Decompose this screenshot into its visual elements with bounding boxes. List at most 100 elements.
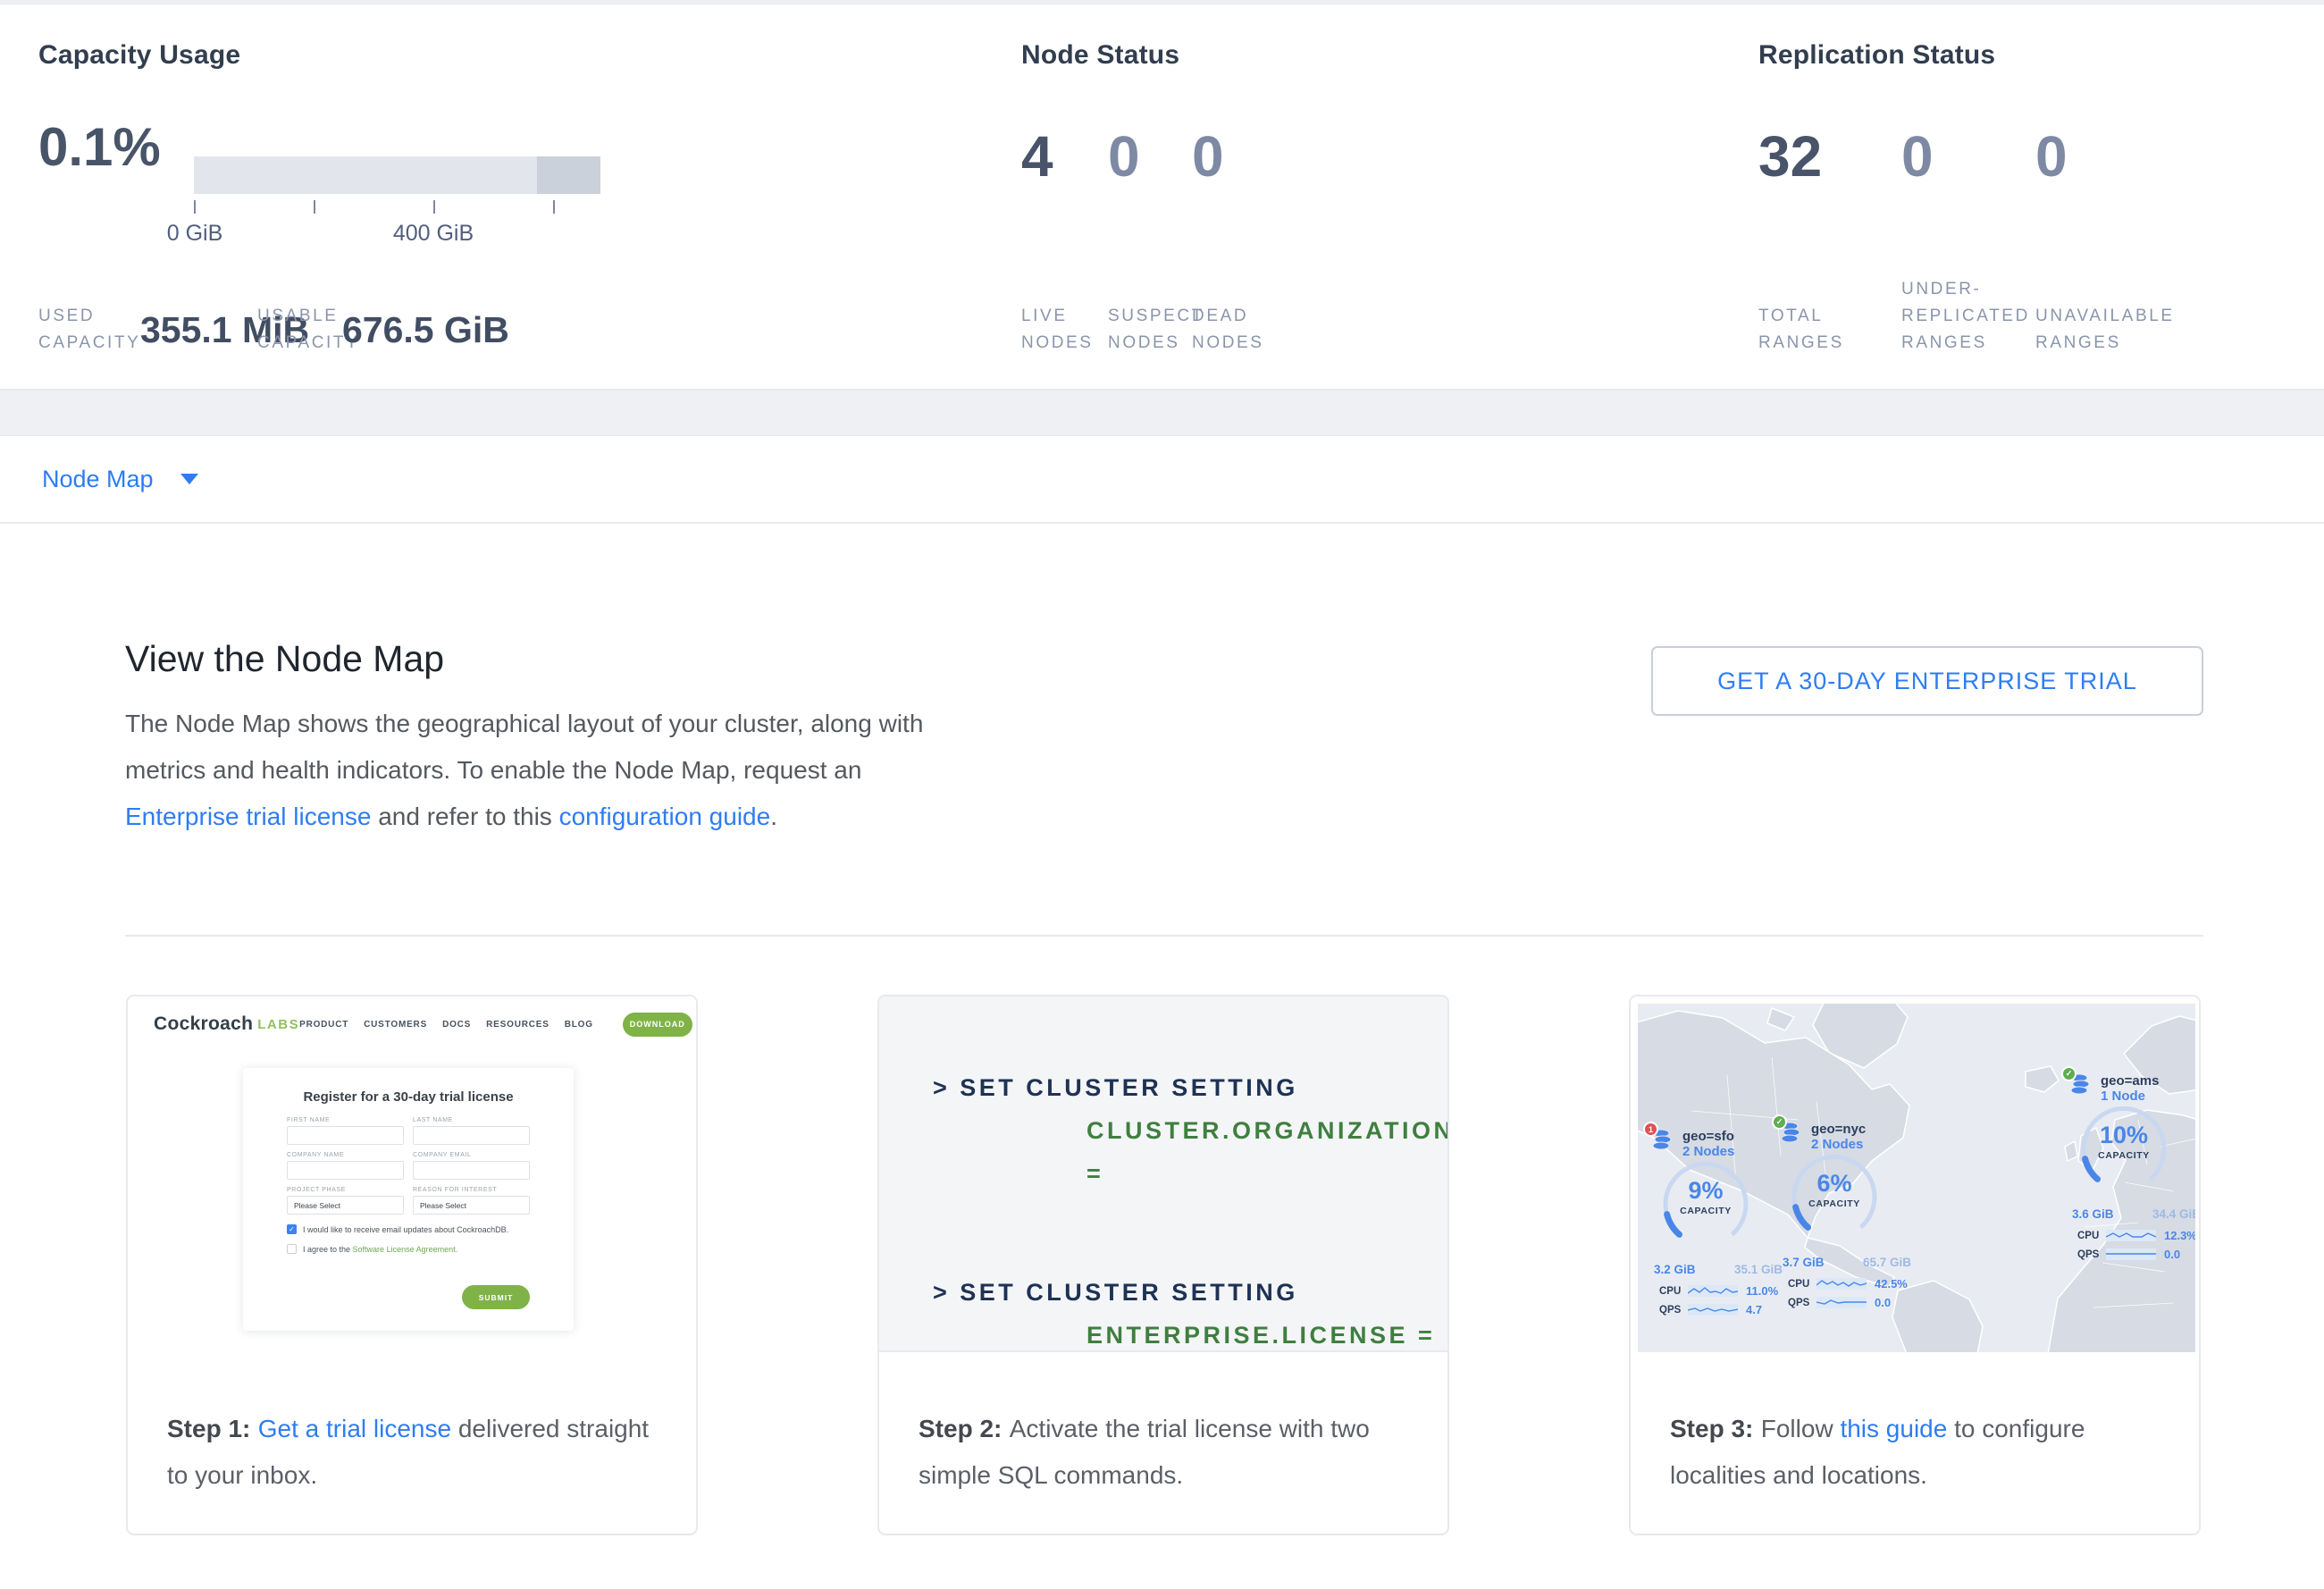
configuration-guide-link[interactable]: configuration guide	[559, 803, 771, 830]
cluster-summary-panel: Capacity Usage 0.1% 0 GiB 400 GiB USED C…	[0, 4, 2324, 391]
unavailable-ranges-count: 0	[2035, 128, 2068, 185]
mini-nav-customers: CUSTOMERS	[364, 1020, 427, 1030]
section-divider	[125, 935, 2203, 937]
mini-field: PROJECT PHASE Please Select	[287, 1187, 404, 1215]
cpu-value: 42.5%	[1875, 1277, 1908, 1291]
cluster-geo-sfo: 1 geo=sfo 2 Nodes	[1650, 1129, 1768, 1161]
qps-sparkline	[1688, 1304, 1738, 1316]
gauge-arc	[1788, 1150, 1881, 1243]
mini-site-header: Cockroach LABS PRODUCT CUSTOMERS DOCS RE…	[147, 1005, 669, 1043]
intro-paragraph: The Node Map shows the geographical layo…	[125, 701, 956, 840]
sql-line-prompt: > SET CLUSTER SETTING	[933, 1271, 1447, 1314]
cluster-head: ✓ geo=nyc 2 Nodes	[1779, 1122, 1897, 1154]
page-title: View the Node Map	[125, 638, 444, 680]
software-license-link: Software License Agreement.	[353, 1245, 458, 1254]
mini-site-brand-suffix: LABS	[257, 1017, 299, 1032]
live-nodes-count: 4	[1021, 128, 1053, 185]
cluster-head: 1 geo=sfo 2 Nodes	[1650, 1129, 1768, 1161]
capacity-max: 35.1 GiB	[1734, 1263, 1783, 1276]
email-updates-text: I would like to receive email updates ab…	[303, 1225, 508, 1234]
project-phase-select: Please Select	[287, 1196, 404, 1215]
capacity-axis-tick	[194, 200, 196, 214]
step2-caption: Step 2:Activate the trial license with t…	[879, 1350, 1447, 1534]
cluster-name: geo=ams	[2101, 1073, 2159, 1089]
mini-nav-product: PRODUCT	[299, 1020, 348, 1030]
capacity-bar-nonusable-segment	[537, 156, 600, 194]
gauge-percent: 10%	[2077, 1123, 2170, 1148]
mini-field-label: COMPANY NAME	[287, 1152, 404, 1158]
gauge-percent: 9%	[1659, 1179, 1752, 1203]
cpu-sparkline	[2106, 1230, 2156, 1241]
cpu-sparkline	[1688, 1285, 1738, 1297]
mini-site-brand: Cockroach	[154, 1013, 253, 1035]
capacity-gauge: 9% CAPACITY 3.2 GiB 35.1 GiB CPU 11.0% Q…	[1659, 1157, 1752, 1250]
dead-nodes-label: DEAD NODES	[1192, 271, 1263, 357]
mini-checkbox-row: I agree to the Software License Agreemen…	[287, 1244, 530, 1254]
usable-capacity-value: 676.5 GiB	[342, 312, 509, 349]
mini-field-label: COMPANY EMAIL	[413, 1152, 530, 1158]
capacity-used: 3.7 GiB	[1783, 1256, 1825, 1269]
gauge-capacity-label: CAPACITY	[2077, 1150, 2170, 1161]
mini-form-title: Register for a 30-day trial license	[287, 1089, 530, 1105]
mini-field: LAST NAME	[413, 1117, 530, 1145]
capacity-gauge: 10% CAPACITY 3.6 GiB 34.4 GiB CPU 12.3% …	[2077, 1102, 2170, 1195]
capacity-tick-label-400: 400 GiB	[362, 221, 505, 247]
qps-sparkline	[2106, 1248, 2156, 1260]
mini-site-nav: PRODUCT CUSTOMERS DOCS RESOURCES BLOG DO…	[299, 1013, 692, 1037]
sql-code-block: > SET CLUSTER SETTING CLUSTER.ORGANIZATI…	[879, 996, 1447, 1352]
gauge-range: 3.7 GiB 65.7 GiB	[1783, 1256, 1911, 1269]
healthy-badge: ✓	[1772, 1114, 1787, 1130]
capacity-gauge: 6% CAPACITY 3.7 GiB 65.7 GiB CPU 42.5% Q…	[1788, 1150, 1881, 1243]
step2-label: Step 2:	[919, 1415, 1002, 1442]
under-replicated-ranges-count: 0	[1901, 128, 1934, 185]
capacity-used: 3.2 GiB	[1654, 1263, 1696, 1276]
capacity-tick-label-0: 0 GiB	[123, 221, 266, 247]
cluster-labels: geo=ams 1 Node	[2101, 1073, 2159, 1104]
get-trial-license-link[interactable]: Get a trial license	[258, 1415, 451, 1442]
suspect-nodes-label: SUSPECT NODES	[1108, 271, 1193, 357]
gauge-capacity-label: CAPACITY	[1788, 1198, 1881, 1209]
intro-text-2: and refer to this	[371, 803, 558, 830]
intro-text-1: The Node Map shows the geographical layo…	[125, 710, 923, 784]
capacity-axis-tick	[433, 200, 435, 214]
capacity-bar	[194, 156, 600, 194]
total-ranges-label: TOTAL RANGES	[1758, 271, 1857, 357]
error-badge: 1	[1643, 1122, 1658, 1137]
mini-field: COMPANY EMAIL	[413, 1152, 530, 1180]
step1-card: Cockroach LABS PRODUCT CUSTOMERS DOCS RE…	[126, 995, 698, 1535]
under-replicated-ranges-label: UNDER-REPLICATED RANGES	[1901, 271, 2035, 357]
capacity-max: 65.7 GiB	[1863, 1256, 1911, 1269]
first-name-input	[287, 1126, 404, 1145]
cpu-metric: CPU 12.3%	[2077, 1229, 2195, 1242]
cpu-sparkline	[1816, 1278, 1867, 1290]
gauge-capacity-label: CAPACITY	[1659, 1206, 1752, 1216]
capacity-usage-title: Capacity Usage	[38, 40, 240, 71]
view-selector-label[interactable]: Node Map	[42, 466, 154, 493]
cluster-labels: geo=sfo 2 Nodes	[1682, 1129, 1734, 1159]
last-name-input	[413, 1126, 530, 1145]
total-ranges-count: 32	[1758, 128, 1822, 185]
suspect-nodes-count: 0	[1108, 128, 1140, 185]
live-nodes-label: LIVE NODES	[1021, 271, 1093, 357]
gauge-range: 3.6 GiB 34.4 GiB	[2072, 1207, 2195, 1221]
node-status-section: Node Status 4 0 0 LIVE NODES SUSPECT NOD…	[1021, 4, 1522, 389]
capacity-used: 3.6 GiB	[2072, 1207, 2114, 1221]
email-updates-checkbox: ✓	[287, 1224, 297, 1234]
mini-download-button: DOWNLOAD	[623, 1013, 692, 1037]
enterprise-trial-license-link[interactable]: Enterprise trial license	[125, 803, 371, 830]
mini-nav-resources: RESOURCES	[486, 1020, 550, 1030]
mini-field-label: PROJECT PHASE	[287, 1187, 404, 1193]
cluster-labels: geo=nyc 2 Nodes	[1811, 1122, 1866, 1152]
view-selector-dropdown[interactable]: Node Map	[0, 435, 2324, 523]
this-guide-link[interactable]: this guide	[1840, 1415, 1947, 1442]
cpu-value: 11.0%	[1746, 1284, 1778, 1298]
mini-field-label: REASON FOR INTEREST	[413, 1187, 530, 1193]
get-enterprise-trial-button[interactable]: GET A 30-DAY ENTERPRISE TRIAL	[1651, 646, 2203, 716]
cluster-name: geo=sfo	[1682, 1129, 1734, 1144]
cluster-name: geo=nyc	[1811, 1122, 1866, 1137]
unavailable-ranges-label: UNAVAILABLE RANGES	[2035, 271, 2180, 357]
cluster-head: ✓ geo=ams 1 Node	[2068, 1073, 2186, 1106]
qps-sparkline	[1816, 1297, 1867, 1308]
gauge-arc	[2077, 1102, 2170, 1195]
reason-for-interest-select: Please Select	[413, 1196, 530, 1215]
